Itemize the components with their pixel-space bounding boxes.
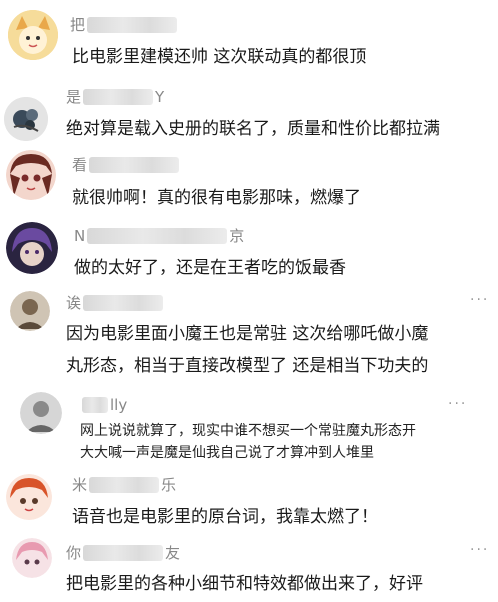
pink-anime-avatar[interactable] (12, 538, 52, 578)
cartoon-face-avatar[interactable] (8, 10, 58, 60)
redacted-name (89, 476, 160, 493)
more-options-icon[interactable]: ··· (448, 396, 467, 412)
redacted-name (87, 227, 228, 244)
comment-text: 语音也是电影里的原台词，我靠太燃了！ (72, 507, 378, 527)
redacted-name (87, 16, 178, 33)
comment-username[interactable]: 米乐 (72, 474, 176, 495)
redacted-name (83, 544, 164, 561)
comment-username[interactable]: 诶 (66, 292, 165, 313)
more-options-icon[interactable]: ··· (470, 292, 489, 308)
comment-username[interactable]: lly (80, 396, 127, 414)
comment-text: 把电影里的各种小细节和特效都做出来了，好评 (66, 574, 423, 594)
comment-text: 丸形态，相当于直接改模型了 还是相当下功夫的 (66, 356, 429, 376)
comment-text: 因为电影里面小魔王也是常驻 这次给哪吒做小魔 (66, 324, 429, 344)
more-options-icon[interactable]: ··· (470, 542, 489, 558)
comment-text: 做的太好了，还是在王者吃的饭最香 (74, 258, 346, 278)
redacted-name (82, 397, 108, 413)
dark-floral-avatar[interactable] (4, 97, 48, 141)
comment-username[interactable]: N京 (74, 225, 244, 246)
comment-username[interactable]: 你友 (66, 542, 180, 563)
comment-username[interactable]: 把 (70, 14, 179, 35)
comment-username[interactable]: 是Y (66, 86, 164, 107)
comment-text: 大大喊一声是魔是仙我自己说了才算冲到人堆里 (80, 445, 374, 461)
redhead-anime-avatar[interactable] (6, 474, 52, 520)
anime-girl-avatar[interactable] (6, 150, 56, 200)
comment-text: 就很帅啊！真的很有电影那味，燃爆了 (72, 188, 361, 208)
comment-text: 比电影里建模还帅 这次联动真的都很顶 (72, 47, 367, 67)
grey-photo-avatar[interactable] (20, 392, 62, 434)
redacted-name (83, 88, 154, 105)
purple-hair-avatar[interactable] (6, 222, 58, 274)
redacted-name (89, 156, 180, 173)
comment-text: 绝对算是载入史册的联名了，质量和性价比都拉满 (66, 119, 440, 139)
comment-text: 网上说说就算了，现实中谁不想买一个常驻魔丸形态开 (80, 423, 416, 439)
redacted-name (83, 294, 164, 311)
person-photo-avatar[interactable] (10, 291, 50, 331)
comment-username[interactable]: 看 (72, 154, 181, 175)
